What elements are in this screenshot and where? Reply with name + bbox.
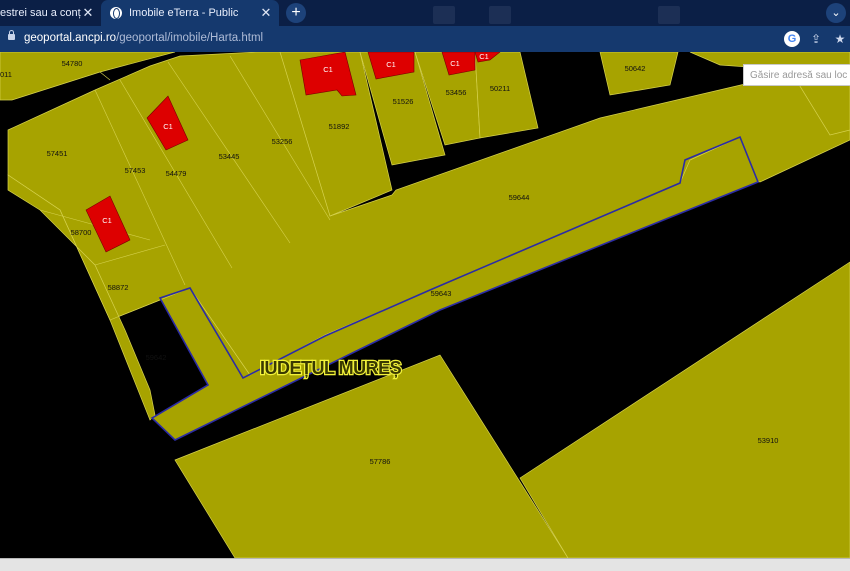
- star-icon[interactable]: ★: [832, 31, 848, 47]
- new-tab-button[interactable]: +: [286, 3, 306, 23]
- parcel-label: 51526: [393, 97, 414, 106]
- parcel-label: 58872: [108, 283, 129, 292]
- address-bar: geoportal.ancpi.ro/geoportal/imobile/Har…: [0, 26, 850, 52]
- parcel-label: 59642: [146, 353, 167, 362]
- search-input[interactable]: Găsire adresă sau loc: [743, 64, 850, 86]
- desktop-icon: [433, 6, 455, 24]
- parcel-label: 58700: [71, 228, 92, 237]
- url-host: geoportal.ancpi.ro: [24, 32, 117, 44]
- county-label: IUDEȚUL MUREȘ: [260, 358, 402, 378]
- parcel-label: 53445: [219, 152, 240, 161]
- parcel-label: 57451: [47, 149, 68, 158]
- url-field[interactable]: geoportal.ancpi.ro/geoportal/imobile/Har…: [24, 32, 263, 44]
- building-label: C1: [386, 60, 396, 69]
- parcel-label: 50211: [490, 84, 510, 93]
- parcel-label: 53256: [272, 137, 293, 146]
- parcel-label: 54479: [166, 169, 187, 178]
- building-label: C1: [163, 122, 173, 131]
- parcel-label: 59643: [431, 289, 452, 298]
- parcel-label: 011: [0, 70, 12, 79]
- parcel-label: 51892: [329, 122, 350, 131]
- tab-previous-title: estrei sau a conținutu: [0, 7, 81, 19]
- parcel-label: 59644: [509, 193, 530, 202]
- parcel-label: 54780: [62, 59, 83, 68]
- building-label: C1: [102, 216, 112, 225]
- url-path: /geoportal/imobile/Harta.html: [116, 32, 264, 44]
- close-icon[interactable]: ✕: [81, 5, 95, 21]
- map-canvas[interactable]: 54780 011 57451 57453 54479 53445 53256 …: [0, 52, 850, 558]
- status-bar: [0, 558, 850, 571]
- parcel-label: 50642: [625, 64, 646, 73]
- close-icon[interactable]: ✕: [259, 5, 273, 21]
- google-icon[interactable]: G: [784, 31, 800, 47]
- desktop-icon: [658, 6, 680, 24]
- parcel-label: 57786: [370, 457, 391, 466]
- tab-imobile-eterra[interactable]: Imobile eTerra - Public ✕: [101, 0, 279, 26]
- tab-active-title: Imobile eTerra - Public: [129, 7, 239, 19]
- building-label: C1: [323, 65, 333, 74]
- share-icon[interactable]: ⇪: [808, 31, 824, 47]
- lock-icon[interactable]: [8, 30, 15, 40]
- parcel-label: 57453: [125, 166, 146, 175]
- globe-icon: [110, 7, 122, 19]
- tab-search-button[interactable]: ⌄: [826, 3, 846, 23]
- desktop-icon: [489, 6, 511, 24]
- building-label: C1: [450, 59, 460, 68]
- tab-previous[interactable]: estrei sau a conținutu ✕: [0, 0, 101, 26]
- parcel-label: 53910: [758, 436, 779, 445]
- parcel-label: 53456: [446, 88, 467, 97]
- browser-tab-bar: estrei sau a conținutu ✕ Imobile eTerra …: [0, 0, 850, 26]
- building-label: C1: [479, 52, 489, 61]
